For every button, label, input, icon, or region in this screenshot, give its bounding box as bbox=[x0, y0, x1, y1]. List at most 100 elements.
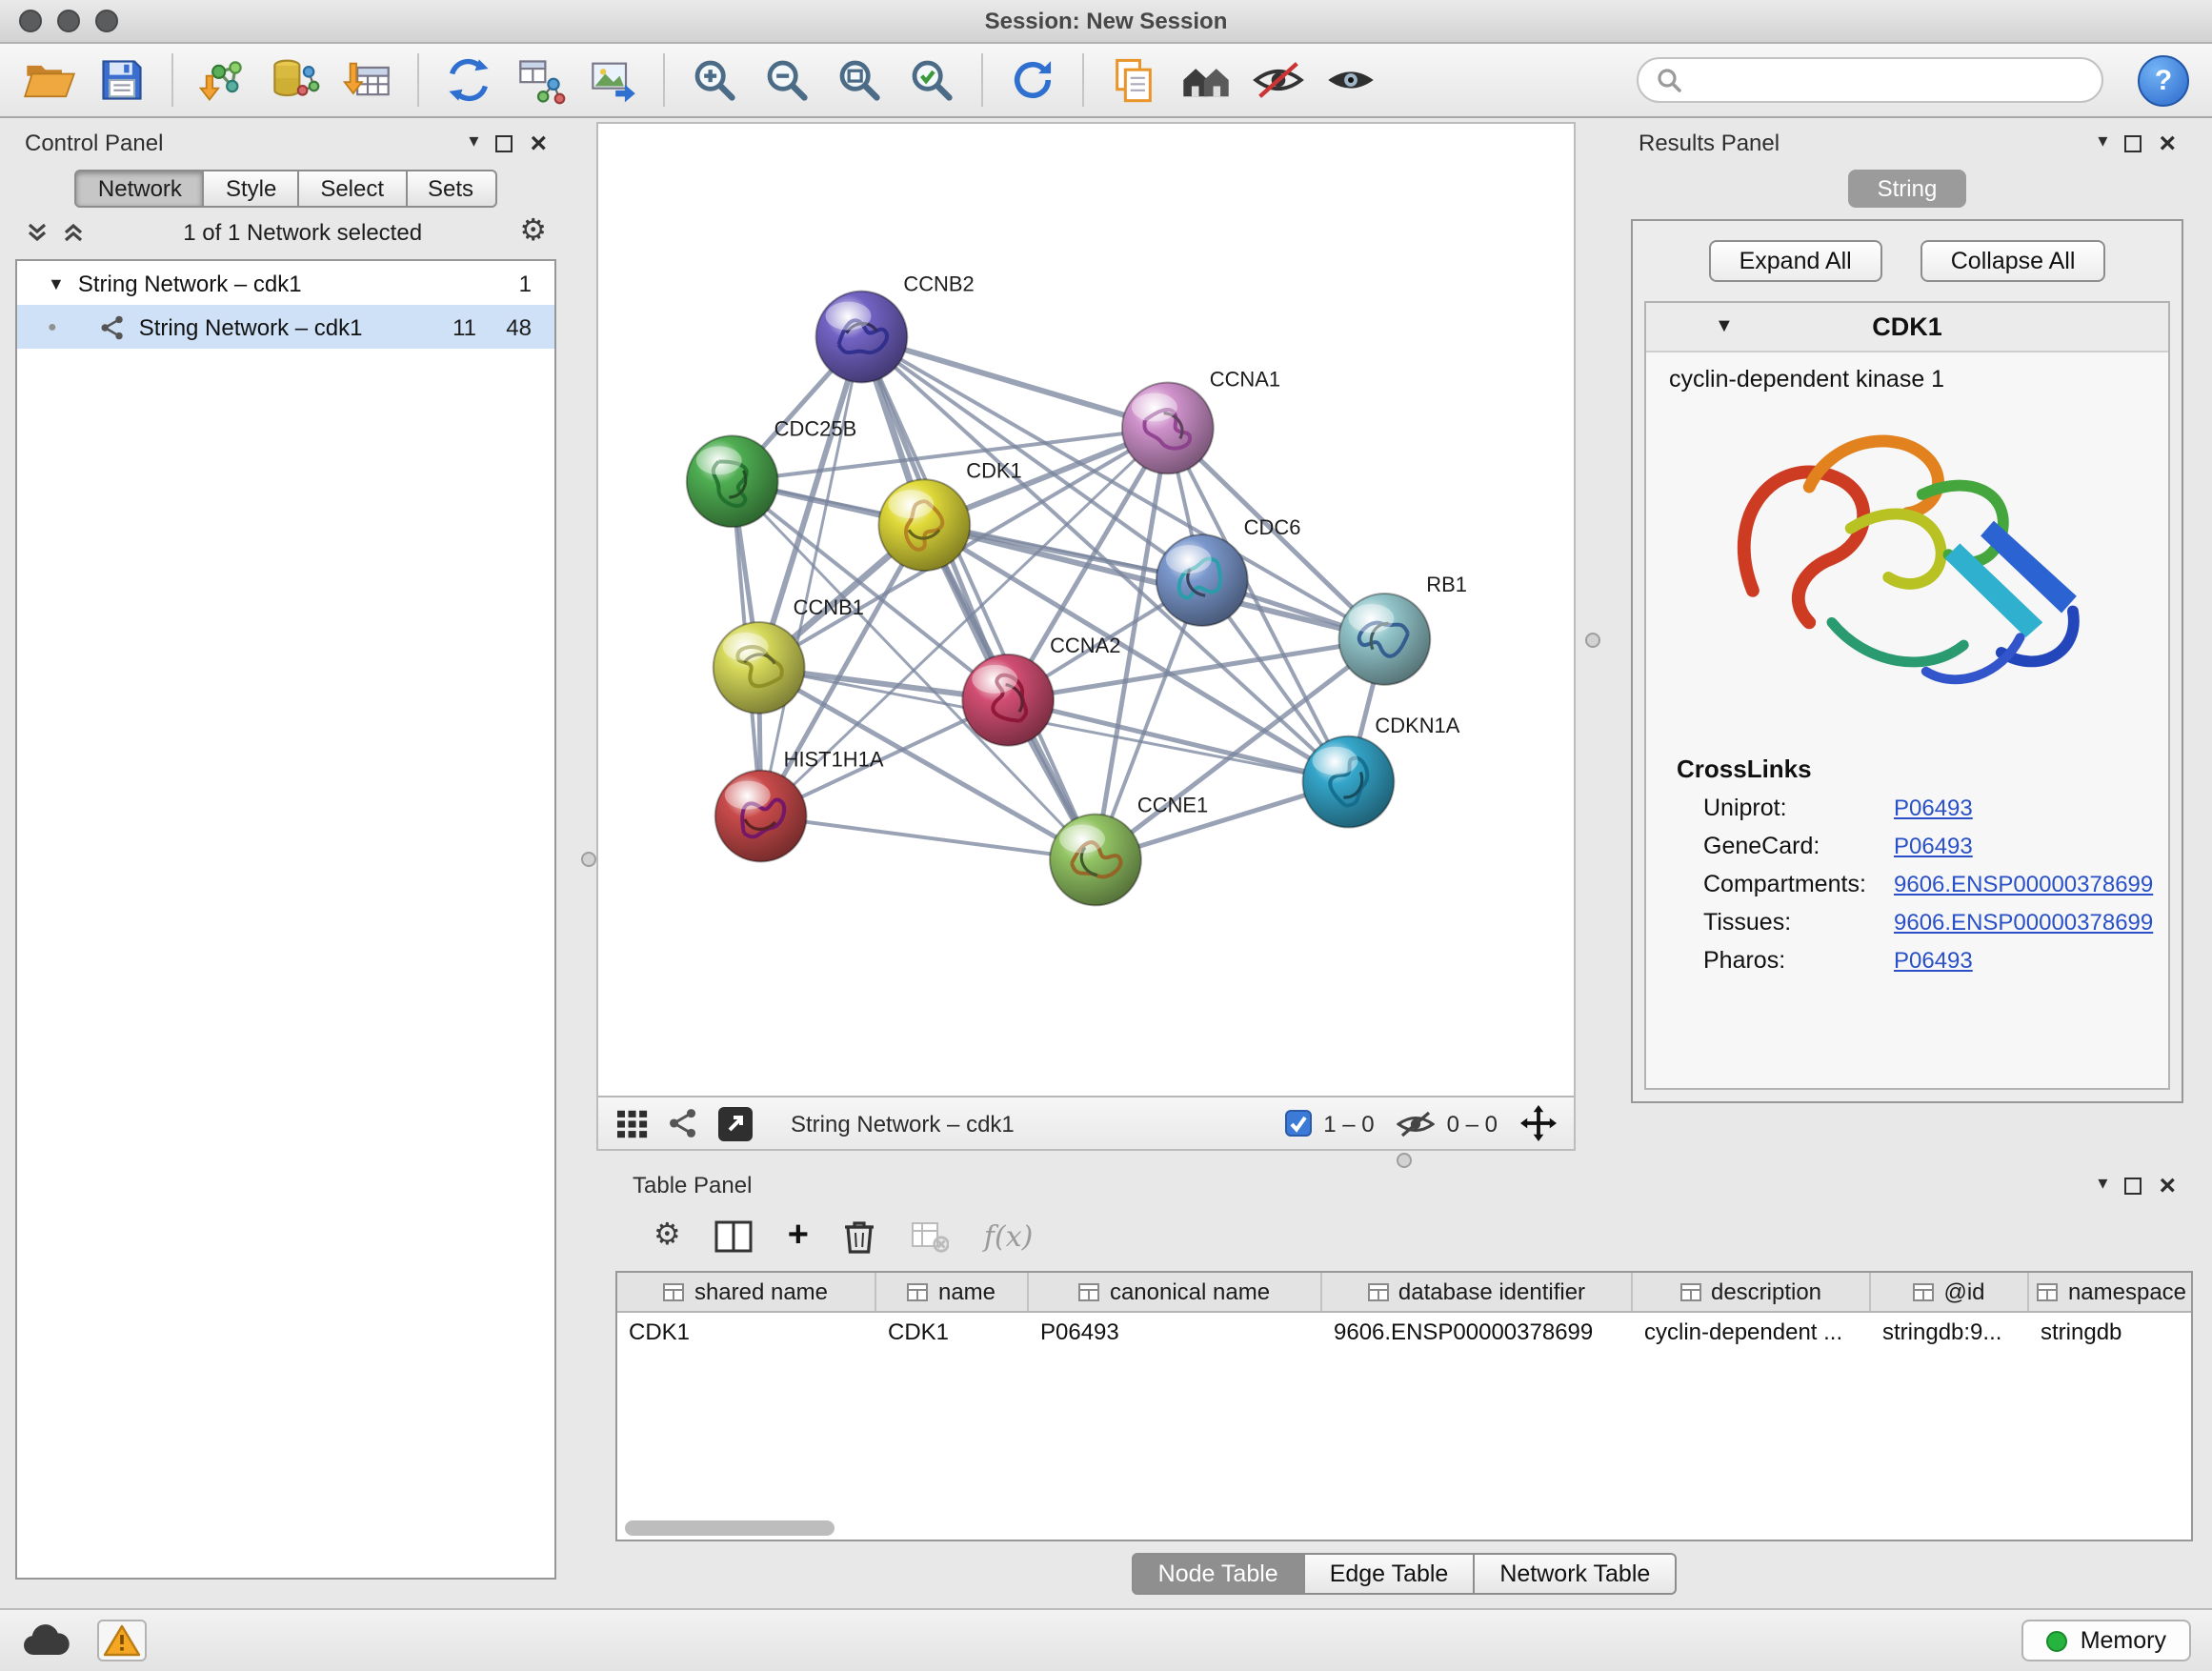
horizontal-scrollbar[interactable] bbox=[621, 1519, 2187, 1536]
table-tab-edge-table[interactable]: Edge Table bbox=[1305, 1553, 1476, 1595]
network-node-CCNA1[interactable]: CCNA1 bbox=[1122, 367, 1280, 473]
crosslink-link[interactable]: 9606.ENSP00000378699 bbox=[1894, 909, 2153, 936]
network-collection-row[interactable]: ▼ String Network – cdk1 1 bbox=[17, 261, 554, 305]
expand-all-button[interactable]: Expand All bbox=[1709, 240, 1882, 282]
cloud-icon[interactable] bbox=[21, 1623, 70, 1658]
crosslink-link[interactable]: 9606.ENSP00000378699 bbox=[1894, 871, 2153, 897]
delete-column-trash-icon[interactable] bbox=[843, 1218, 877, 1256]
table-row[interactable]: CDK1CDK1P064939606.ENSP00000378699cyclin… bbox=[617, 1313, 2191, 1353]
panel-close-icon[interactable]: × bbox=[2159, 129, 2176, 157]
delete-table-icon[interactable] bbox=[912, 1219, 950, 1254]
memory-button[interactable]: Memory bbox=[2021, 1620, 2191, 1661]
import-table-file-button[interactable] bbox=[337, 50, 398, 111]
network-options-gear-icon[interactable]: ⚙ bbox=[519, 217, 547, 248]
warnings-button[interactable] bbox=[97, 1620, 147, 1661]
window-titlebar[interactable]: Session: New Session bbox=[0, 0, 2212, 44]
bottom-splitter-handle[interactable] bbox=[1397, 1153, 1412, 1168]
network-from-table-button[interactable] bbox=[511, 50, 572, 111]
expand-all-icon[interactable] bbox=[61, 221, 86, 244]
crosslink-link[interactable]: P06493 bbox=[1894, 947, 1973, 974]
save-session-button[interactable] bbox=[91, 50, 152, 111]
import-network-file-button[interactable] bbox=[192, 50, 253, 111]
selected-checkbox-icon[interactable] bbox=[1283, 1109, 1312, 1137]
memory-status-icon bbox=[2046, 1630, 2067, 1651]
panel-close-icon[interactable]: × bbox=[2159, 1171, 2176, 1199]
clone-network-button[interactable] bbox=[438, 50, 499, 111]
column-header--id[interactable]: @id bbox=[1871, 1273, 2029, 1311]
pan-crosshair-icon[interactable] bbox=[1520, 1105, 1557, 1141]
gene-section-header[interactable]: ▼ CDK1 bbox=[1646, 303, 2168, 352]
main-area: Control Panel ▾ × NetworkStyleSelectSets… bbox=[0, 118, 2212, 1608]
window-zoom-button[interactable] bbox=[95, 10, 118, 32]
network-node-RB1[interactable]: RB1 bbox=[1338, 573, 1467, 685]
search-input[interactable] bbox=[1692, 67, 2084, 93]
network-node-CDKN1A[interactable]: CDKN1A bbox=[1303, 714, 1460, 828]
control-tab-style[interactable]: Style bbox=[205, 170, 299, 208]
zoom-in-button[interactable] bbox=[684, 50, 745, 111]
panel-menu-icon[interactable]: ▾ bbox=[2098, 133, 2107, 152]
panel-float-icon[interactable] bbox=[2124, 134, 2142, 151]
table-tab-node-table[interactable]: Node Table bbox=[1132, 1553, 1305, 1595]
copy-button[interactable] bbox=[1103, 50, 1164, 111]
section-collapse-icon[interactable]: ▼ bbox=[1715, 316, 1734, 337]
crosslink-link[interactable]: P06493 bbox=[1894, 795, 1973, 821]
collapse-all-button[interactable]: Collapse All bbox=[1920, 240, 2106, 282]
network-row-selected[interactable]: ● String Network – cdk1 11 48 bbox=[17, 305, 554, 349]
panel-close-icon[interactable]: × bbox=[530, 129, 547, 157]
zoom-out-icon bbox=[762, 55, 812, 105]
crosslink-link[interactable]: P06493 bbox=[1894, 833, 1973, 859]
column-header-description[interactable]: description bbox=[1633, 1273, 1871, 1311]
tree-expand-icon[interactable]: ▼ bbox=[48, 273, 65, 292]
selected-nodes-edges-counter: 1 – 0 bbox=[1323, 1110, 1374, 1137]
hidden-eye-off-icon[interactable] bbox=[1398, 1108, 1436, 1138]
network-canvas[interactable]: CCNB2CCNA1CDC25BCDK1CDC6RB1CCNB1CCNA2CDK… bbox=[598, 124, 1574, 1096]
import-network-database-button[interactable] bbox=[265, 50, 326, 111]
zoom-selected-button[interactable] bbox=[901, 50, 962, 111]
left-splitter-handle[interactable] bbox=[581, 852, 596, 867]
refresh-icon bbox=[1008, 55, 1057, 105]
column-header-shared-name[interactable]: shared name bbox=[617, 1273, 876, 1311]
hide-selected-button[interactable] bbox=[1248, 50, 1309, 111]
export-image-button[interactable] bbox=[583, 50, 644, 111]
birds-eye-grid-icon[interactable] bbox=[615, 1108, 650, 1138]
network-node-HIST1H1A[interactable]: HIST1H1A bbox=[715, 748, 884, 862]
show-all-button[interactable] bbox=[1320, 50, 1381, 111]
help-button[interactable]: ? bbox=[2138, 54, 2189, 106]
tab-string[interactable]: String bbox=[1849, 170, 1966, 208]
zoom-out-button[interactable] bbox=[756, 50, 817, 111]
column-header-namespace[interactable]: namespace bbox=[2029, 1273, 2193, 1311]
network-node-CDK1[interactable]: CDK1 bbox=[878, 458, 1021, 571]
string-network-icon bbox=[99, 313, 126, 340]
panel-menu-icon[interactable]: ▾ bbox=[469, 133, 478, 152]
control-tab-sets[interactable]: Sets bbox=[407, 170, 496, 208]
column-header-database-identifier[interactable]: database identifier bbox=[1322, 1273, 1633, 1311]
control-tab-network[interactable]: Network bbox=[75, 170, 205, 208]
panel-menu-icon[interactable]: ▾ bbox=[2098, 1176, 2107, 1195]
table-tab-network-table[interactable]: Network Table bbox=[1475, 1553, 1677, 1595]
column-header-name[interactable]: name bbox=[876, 1273, 1029, 1311]
open-session-button[interactable] bbox=[19, 50, 80, 111]
database-network-icon bbox=[271, 55, 320, 105]
search-field[interactable] bbox=[1637, 57, 2103, 103]
share-network-icon[interactable] bbox=[667, 1107, 699, 1139]
right-splitter-handle[interactable] bbox=[1585, 633, 1600, 648]
function-builder-icon[interactable]: f(x) bbox=[984, 1219, 1033, 1254]
show-columns-icon[interactable] bbox=[715, 1219, 754, 1254]
panel-float-icon[interactable] bbox=[495, 134, 513, 151]
collapse-all-icon[interactable] bbox=[25, 221, 50, 244]
table-options-gear-icon[interactable]: ⚙ bbox=[654, 1221, 681, 1252]
window-title: Session: New Session bbox=[985, 8, 1228, 34]
add-column-icon[interactable]: + bbox=[788, 1223, 809, 1250]
panel-float-icon[interactable] bbox=[2124, 1177, 2142, 1194]
window-minimize-button[interactable] bbox=[57, 10, 80, 32]
column-header-canonical-name[interactable]: canonical name bbox=[1029, 1273, 1322, 1311]
network-node-CCNB1[interactable]: CCNB1 bbox=[714, 595, 864, 714]
control-tab-select[interactable]: Select bbox=[299, 170, 407, 208]
open-in-new-icon[interactable] bbox=[716, 1104, 754, 1142]
window-close-button[interactable] bbox=[19, 10, 42, 32]
home-layout-button[interactable] bbox=[1176, 50, 1237, 111]
refresh-button[interactable] bbox=[1002, 50, 1063, 111]
scrollbar-thumb[interactable] bbox=[625, 1520, 835, 1536]
zoom-fit-button[interactable] bbox=[829, 50, 890, 111]
network-node-CDC6[interactable]: CDC6 bbox=[1156, 515, 1301, 626]
